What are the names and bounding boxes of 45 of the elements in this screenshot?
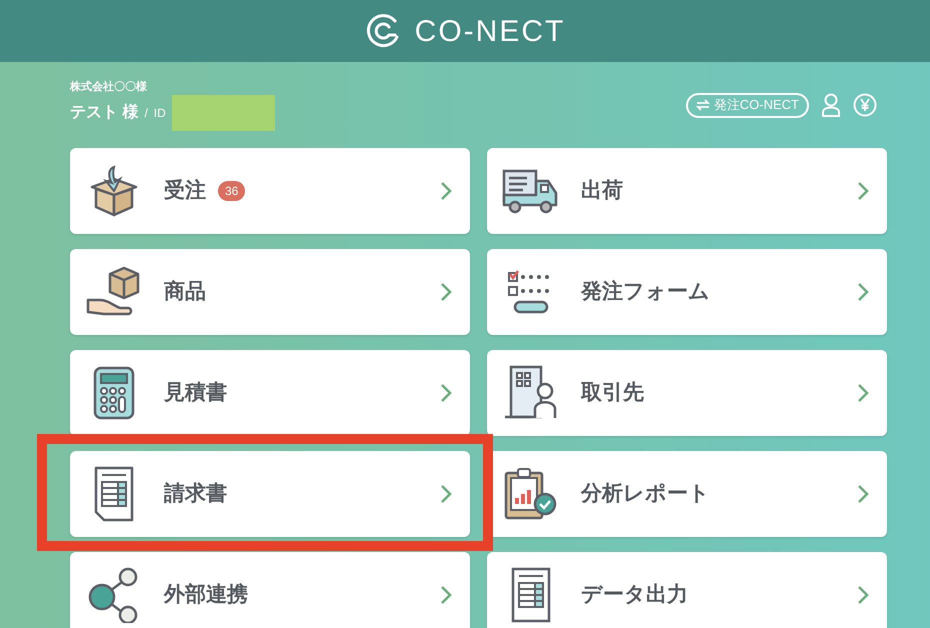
chevron-right-icon bbox=[857, 383, 869, 403]
menu-card[interactable]: 発注フォーム bbox=[487, 249, 887, 335]
menu-label: データ出力 bbox=[581, 582, 688, 608]
chevron-right-icon bbox=[857, 282, 869, 302]
company-name: 株式会社〇〇様 bbox=[70, 80, 148, 95]
id-label: ID bbox=[154, 105, 166, 122]
menu-card[interactable]: 受注 36 bbox=[70, 148, 470, 234]
menu-label: 見積書 bbox=[164, 380, 227, 406]
chevron-right-icon bbox=[440, 585, 452, 605]
swap-arrows-icon bbox=[696, 99, 710, 111]
chevron-right-icon bbox=[857, 181, 869, 201]
menu-card[interactable]: 商品 bbox=[70, 249, 470, 335]
chevron-right-icon bbox=[440, 181, 452, 201]
menu-label: 商品 bbox=[164, 278, 206, 306]
menu-label: 取引先 bbox=[581, 380, 644, 406]
truck-icon bbox=[502, 167, 560, 215]
menu-label: 受注 bbox=[164, 178, 206, 204]
logo-text: CO-NECT bbox=[414, 14, 566, 50]
logo-icon bbox=[364, 13, 401, 49]
user-name: テスト 様 bbox=[70, 102, 138, 124]
menu-card[interactable]: 請求書 bbox=[70, 451, 470, 537]
menu-card[interactable]: 取引先 bbox=[487, 350, 887, 436]
chevron-right-icon bbox=[857, 484, 869, 504]
menu-label: 分析レポート bbox=[581, 481, 710, 508]
yen-icon[interactable] bbox=[853, 93, 877, 117]
menu-label: 請求書 bbox=[164, 481, 227, 508]
clipboard-chart-icon bbox=[503, 466, 559, 522]
menu-card[interactable]: データ出力 bbox=[487, 552, 887, 628]
menu-label: 発注フォーム bbox=[581, 278, 710, 306]
menu-card[interactable]: 外部連携 bbox=[70, 552, 470, 628]
chevron-right-icon bbox=[440, 484, 452, 504]
chevron-right-icon bbox=[440, 383, 452, 403]
calculator-icon bbox=[92, 365, 136, 421]
chevron-right-icon bbox=[440, 282, 452, 302]
menu-label: 出荷 bbox=[581, 178, 623, 204]
user-icon[interactable] bbox=[821, 93, 841, 117]
chevron-right-icon bbox=[857, 585, 869, 605]
menu-card[interactable]: 見積書 bbox=[70, 350, 470, 436]
invoice-document-icon bbox=[92, 466, 136, 522]
menu-card[interactable]: 出荷 bbox=[487, 148, 887, 234]
separator: / bbox=[144, 105, 148, 122]
building-person-icon bbox=[503, 365, 559, 421]
count-badge: 36 bbox=[218, 181, 246, 201]
table-document-icon bbox=[509, 567, 553, 623]
menu-label: 外部連携 bbox=[164, 582, 248, 608]
